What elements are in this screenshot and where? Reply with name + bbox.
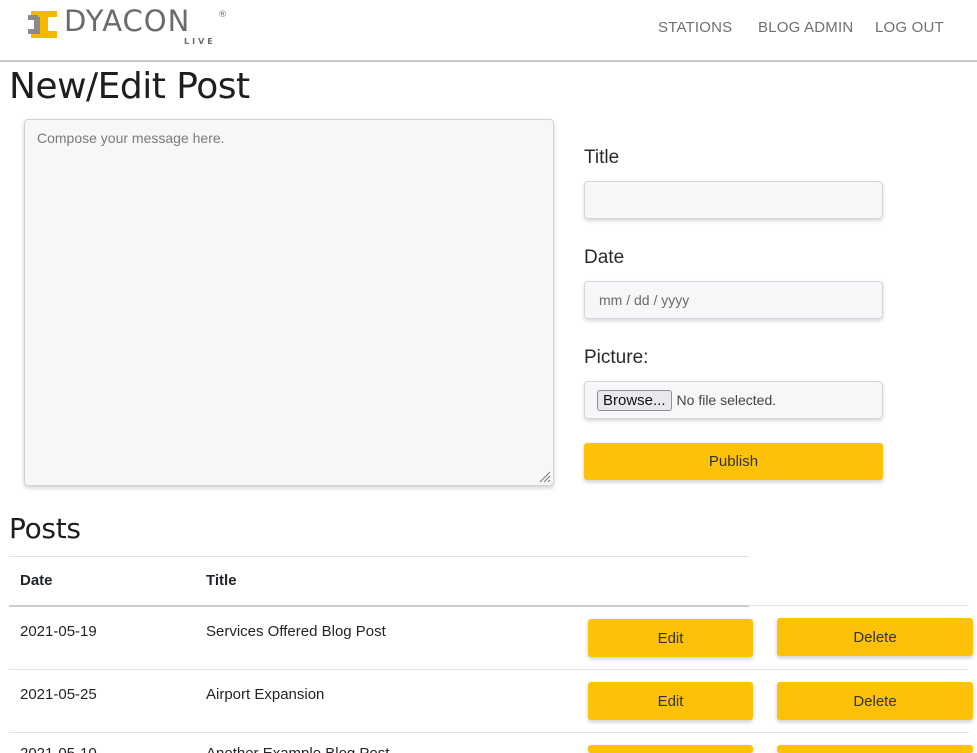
row-date: 2021-05-25 xyxy=(20,686,97,703)
title-input[interactable] xyxy=(585,182,882,218)
title-label: Title xyxy=(584,147,620,168)
file-status: No file selected. xyxy=(676,392,777,408)
posts-heading: Posts xyxy=(9,512,81,545)
logo-wordmark: DYACON xyxy=(64,4,191,38)
picture-file-field[interactable]: Browse... No file selected. xyxy=(584,381,883,419)
posts-top-rule xyxy=(9,556,749,557)
date-field[interactable] xyxy=(584,281,883,319)
delete-button[interactable]: Delete xyxy=(777,682,973,720)
nav-log-out[interactable]: LOG OUT xyxy=(875,19,944,36)
dyacon-logo[interactable]: DYACON ® LIVE xyxy=(28,4,228,50)
publish-button[interactable]: Publish xyxy=(584,443,883,480)
row-title: Airport Expansion xyxy=(206,686,325,703)
delete-button[interactable] xyxy=(777,745,973,753)
resize-grip-icon[interactable] xyxy=(538,470,551,483)
compose-textarea[interactable] xyxy=(24,119,554,486)
row-title: Another Example Blog Post xyxy=(206,745,389,753)
logo-registered: ® xyxy=(218,10,227,20)
top-navbar: DYACON ® LIVE STATIONS BLOG ADMIN LOG OU… xyxy=(0,0,977,62)
row-date: 2021-05-10 xyxy=(20,745,97,753)
nav-stations[interactable]: STATIONS xyxy=(658,19,732,36)
page-title: New/Edit Post xyxy=(9,66,250,107)
nav-blog-admin[interactable]: BLOG ADMIN xyxy=(758,19,853,36)
date-input[interactable] xyxy=(585,282,882,318)
browse-button[interactable]: Browse... xyxy=(597,389,672,411)
title-field[interactable] xyxy=(584,181,883,219)
edit-button[interactable]: Edit xyxy=(588,619,753,657)
column-header-title: Title xyxy=(206,572,237,589)
date-label: Date xyxy=(584,247,625,268)
delete-button[interactable]: Delete xyxy=(777,618,973,656)
logo-subtitle: LIVE xyxy=(184,37,216,46)
row-divider xyxy=(9,732,969,733)
posts-header-rule xyxy=(9,605,749,607)
posts-header-rule-ext xyxy=(749,605,969,606)
row-date: 2021-05-19 xyxy=(20,623,97,640)
row-divider xyxy=(9,669,969,670)
edit-button[interactable]: Edit xyxy=(588,682,753,720)
logo-mark-icon xyxy=(28,11,57,38)
picture-label: Picture: xyxy=(584,347,649,368)
column-header-date: Date xyxy=(20,572,53,589)
row-title: Services Offered Blog Post xyxy=(206,623,386,640)
edit-button[interactable] xyxy=(588,745,753,753)
